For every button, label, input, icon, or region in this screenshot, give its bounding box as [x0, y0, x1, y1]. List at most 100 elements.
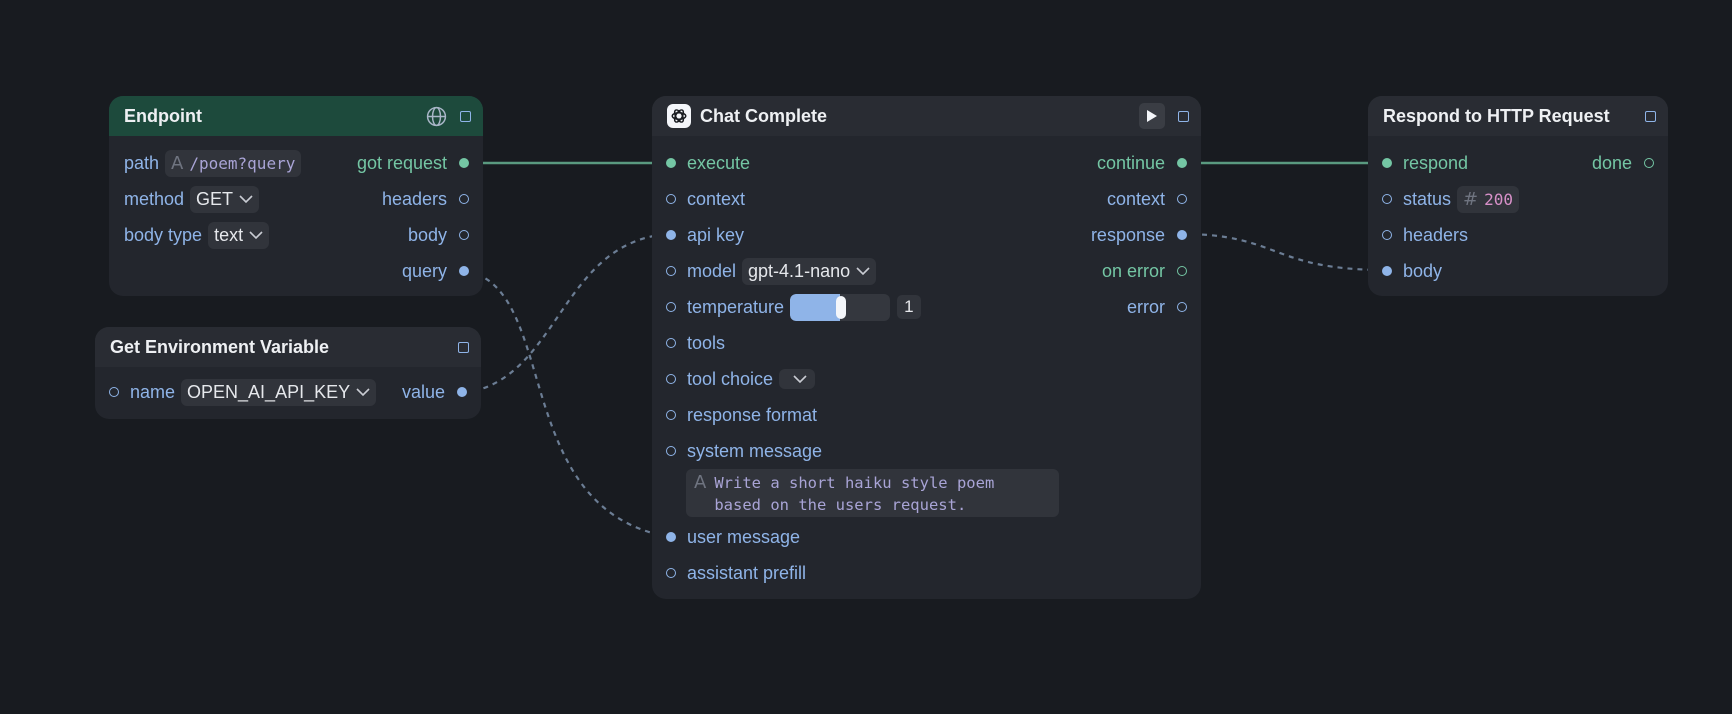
port-model[interactable] — [666, 266, 676, 276]
port-value[interactable] — [457, 387, 467, 397]
env-var-title: Get Environment Variable — [110, 336, 330, 357]
chat-complete-node[interactable]: Chat Complete execute context api key mo… — [652, 96, 1201, 599]
wire-query-user-message[interactable] — [466, 269, 671, 539]
chevron-down-icon — [793, 375, 807, 384]
port-body[interactable] — [459, 230, 469, 240]
port-name[interactable] — [109, 387, 119, 397]
output-done: done — [1591, 152, 1632, 173]
port-tool-choice[interactable] — [666, 374, 676, 384]
env-var-select[interactable]: OPEN_AI_API_KEY — [181, 378, 377, 406]
input-tools: tools — [687, 332, 726, 353]
input-respond: respond — [1403, 152, 1469, 173]
openai-logo-icon — [667, 104, 691, 128]
input-response-format: response format — [687, 404, 818, 425]
port-execute[interactable] — [666, 158, 676, 168]
input-body: body — [1403, 260, 1443, 281]
globe-icon[interactable] — [426, 106, 447, 127]
port-got-request[interactable] — [459, 158, 469, 168]
chevron-down-icon — [856, 267, 870, 276]
body-type-select[interactable]: text — [208, 221, 270, 249]
port-headers[interactable] — [459, 194, 469, 204]
input-status: status #200 — [1403, 181, 1520, 217]
env-var-header[interactable]: Get Environment Variable — [95, 327, 481, 367]
text-icon: A — [171, 152, 184, 174]
chevron-down-icon — [249, 231, 263, 240]
port-body-in[interactable] — [1382, 266, 1392, 276]
port-assistant-prefill[interactable] — [666, 568, 676, 578]
port-response[interactable] — [1177, 230, 1187, 240]
status-input[interactable]: #200 — [1457, 185, 1520, 213]
temperature-slider-thumb[interactable] — [836, 295, 847, 319]
collapse-toggle[interactable] — [1645, 111, 1656, 122]
system-message-textarea[interactable]: A Write a short haiku style poem based o… — [686, 469, 1059, 517]
name-label: name — [130, 381, 176, 402]
model-select[interactable]: gpt-4.1-nano — [742, 257, 877, 285]
input-model: model gpt-4.1-nano — [687, 253, 877, 289]
chevron-down-icon — [239, 195, 253, 204]
temperature-value[interactable]: 1 — [897, 295, 921, 319]
wire-value-api-key[interactable] — [463, 232, 671, 395]
port-tools[interactable] — [666, 338, 676, 348]
collapse-toggle[interactable] — [458, 342, 469, 353]
input-temperature: temperature 1 — [687, 289, 921, 325]
output-response: response — [1090, 224, 1165, 245]
collapse-toggle[interactable] — [460, 111, 471, 122]
output-body: body — [407, 224, 447, 245]
port-on-error[interactable] — [1177, 266, 1187, 276]
output-got-request: got request — [356, 152, 447, 173]
port-error[interactable] — [1177, 302, 1187, 312]
output-headers: headers — [381, 188, 447, 209]
input-assistant-prefill: assistant prefill — [687, 562, 807, 583]
respond-header[interactable]: Respond to HTTP Request — [1368, 96, 1668, 136]
method-label: method — [124, 188, 185, 209]
respond-node[interactable]: Respond to HTTP Request respond status #… — [1368, 96, 1668, 296]
endpoint-title: Endpoint — [124, 105, 202, 126]
method-row: method GET — [124, 181, 260, 217]
output-context: context — [1106, 188, 1165, 209]
path-row: path A/poem?query — [124, 145, 302, 181]
wire-response-body[interactable] — [1181, 232, 1387, 272]
output-on-error: on error — [1101, 260, 1165, 281]
output-error: error — [1126, 296, 1165, 317]
port-context-out[interactable] — [1177, 194, 1187, 204]
output-value: value — [401, 381, 445, 402]
port-respond[interactable] — [1382, 158, 1392, 168]
port-status[interactable] — [1382, 194, 1392, 204]
port-continue[interactable] — [1177, 158, 1187, 168]
chevron-down-icon — [356, 388, 370, 397]
port-query[interactable] — [459, 266, 469, 276]
chat-complete-header[interactable]: Chat Complete — [652, 96, 1201, 136]
input-api-key: api key — [687, 224, 745, 245]
input-user-message: user message — [687, 526, 801, 547]
port-headers-in[interactable] — [1382, 230, 1392, 240]
run-button[interactable] — [1139, 103, 1165, 129]
env-var-node[interactable]: Get Environment Variable name OPEN_AI_AP… — [95, 327, 481, 419]
port-response-format[interactable] — [666, 410, 676, 420]
tool-choice-select[interactable] — [779, 369, 816, 389]
port-api-key[interactable] — [666, 230, 676, 240]
body-type-row: body type text — [124, 217, 270, 253]
temperature-slider-fill — [790, 293, 841, 321]
port-done[interactable] — [1644, 158, 1654, 168]
port-context-in[interactable] — [666, 194, 676, 204]
input-tool-choice: tool choice — [687, 361, 816, 397]
temperature-slider[interactable] — [790, 293, 891, 321]
text-icon: A — [694, 472, 707, 493]
number-icon: # — [1463, 188, 1479, 210]
method-select[interactable]: GET — [190, 185, 260, 213]
play-icon — [1147, 110, 1157, 122]
chat-complete-title: Chat Complete — [700, 105, 828, 126]
endpoint-node[interactable]: Endpoint path A/poem?query method GET bo… — [109, 96, 483, 296]
endpoint-header[interactable]: Endpoint — [109, 96, 483, 136]
port-system-message[interactable] — [666, 446, 676, 456]
collapse-toggle[interactable] — [1178, 111, 1189, 122]
input-execute: execute — [687, 152, 751, 173]
input-headers: headers — [1403, 224, 1469, 245]
output-query: query — [401, 260, 447, 281]
output-continue: continue — [1096, 152, 1165, 173]
body-type-label: body type — [124, 224, 203, 245]
name-row: name OPEN_AI_API_KEY — [130, 374, 377, 410]
path-input[interactable]: A/poem?query — [165, 149, 302, 177]
port-temperature[interactable] — [666, 302, 676, 312]
port-user-message[interactable] — [666, 532, 676, 542]
